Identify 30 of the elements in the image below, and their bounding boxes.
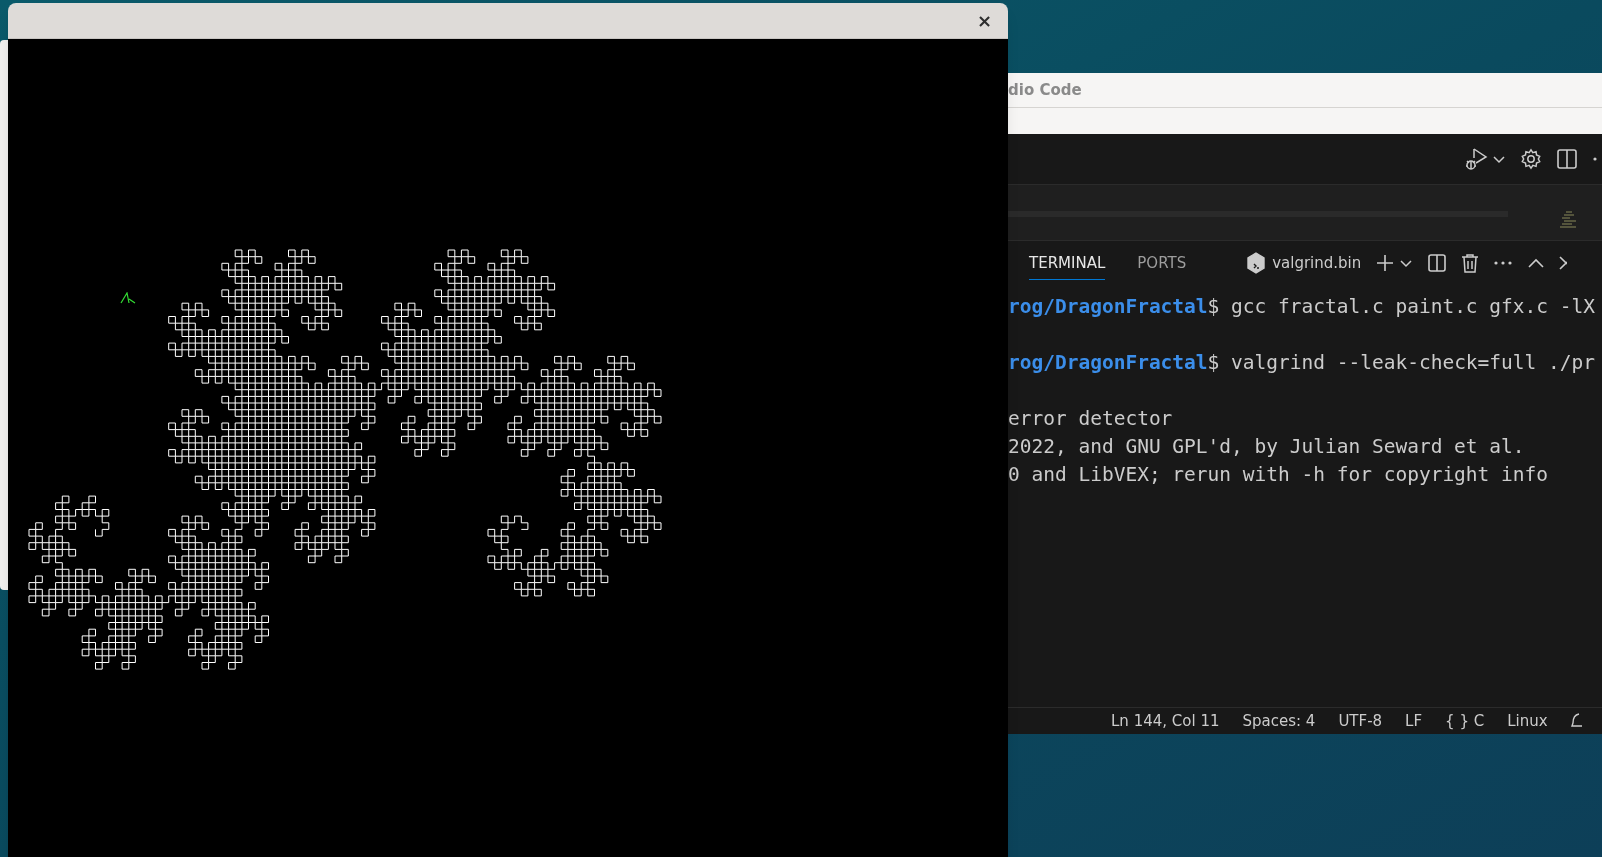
chevron-up-icon[interactable] bbox=[1527, 257, 1546, 269]
split-editor-icon[interactable] bbox=[1556, 148, 1578, 170]
arrow-marker-icon bbox=[120, 292, 136, 304]
panel-tab[interactable]: PORTS bbox=[1137, 245, 1187, 281]
status-item[interactable]: LF bbox=[1405, 709, 1423, 733]
terminal-name[interactable]: valgrind.bin bbox=[1272, 251, 1362, 275]
terminal-output-line: 0 and LibVEX; rerun with -h for copyright info bbox=[1008, 462, 1549, 488]
terminal-shell-icon bbox=[1246, 252, 1267, 274]
status-item[interactable]: Ln 144, Col 11 bbox=[1111, 709, 1220, 733]
terminal-command-line: rog/DragonFractal$ valgrind --leak-check=full ./pr bbox=[1008, 350, 1595, 376]
close-button[interactable]: × bbox=[974, 11, 994, 30]
trash-icon[interactable] bbox=[1461, 253, 1480, 273]
status-item[interactable]: Linux bbox=[1507, 709, 1548, 733]
horizontal-scrollbar[interactable] bbox=[1008, 211, 1508, 217]
terminal-output-line: error detector bbox=[1008, 406, 1173, 432]
plus-icon[interactable] bbox=[1375, 253, 1396, 273]
chevron-down-icon[interactable] bbox=[1492, 154, 1506, 164]
terminal-output-line: 2022, and GNU GPL'd, by Julian Seward et al. bbox=[1008, 434, 1525, 460]
window-title: dio Code bbox=[1008, 79, 1082, 101]
settings-icon[interactable] bbox=[1520, 148, 1542, 170]
split-terminal-icon[interactable] bbox=[1427, 253, 1448, 273]
run-debug-icon[interactable] bbox=[1464, 146, 1490, 172]
minimap-drawing bbox=[1558, 210, 1578, 230]
status-item[interactable]: UTF-8 bbox=[1338, 709, 1383, 733]
panel-tab[interactable]: TERMINAL bbox=[1029, 245, 1106, 281]
more-icon[interactable] bbox=[1493, 260, 1514, 266]
chevron-down-icon[interactable] bbox=[1399, 258, 1414, 268]
status-item[interactable]: { } C bbox=[1445, 709, 1485, 733]
terminal-command-line: rog/DragonFractal$ gcc fractal.c paint.c gfx.c -lX bbox=[1008, 294, 1595, 320]
status-item[interactable]: Spaces: 4 bbox=[1242, 709, 1316, 733]
